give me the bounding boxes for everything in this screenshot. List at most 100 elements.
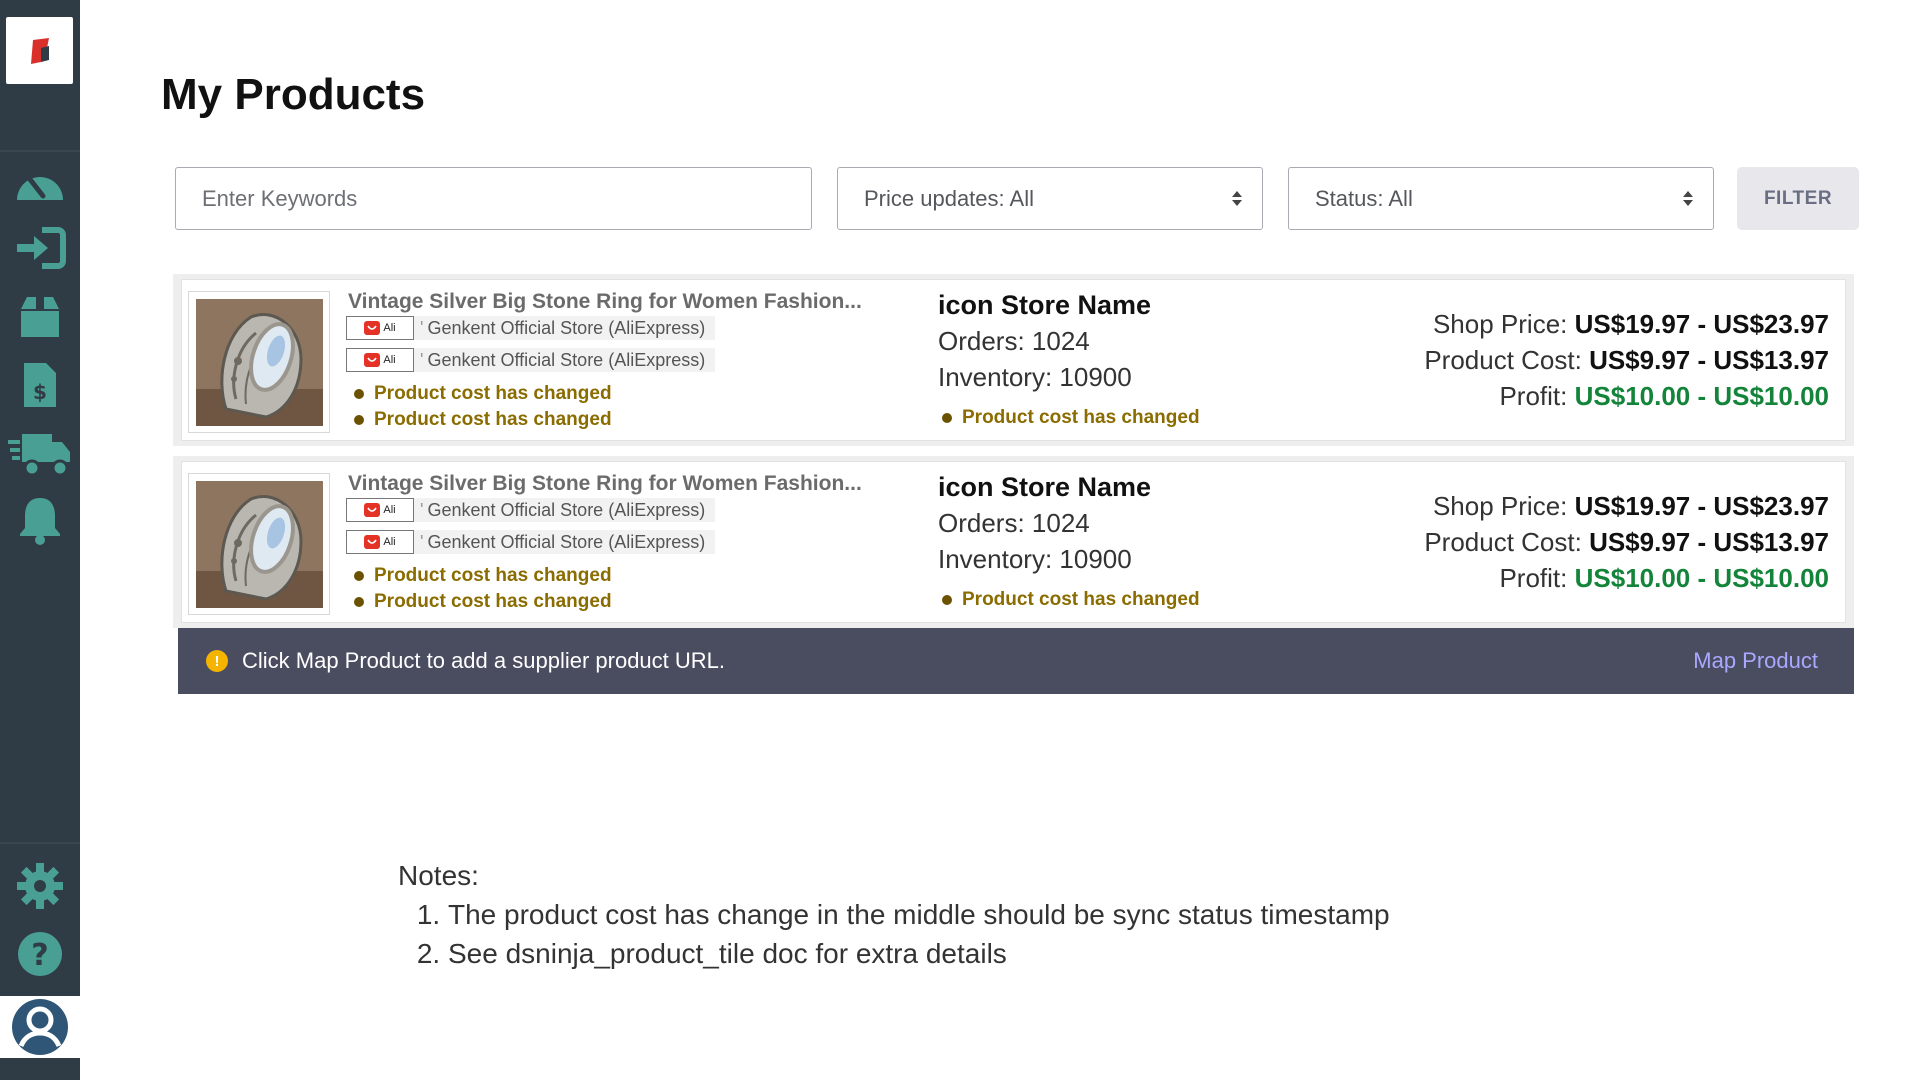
status-dot-icon bbox=[354, 415, 364, 425]
map-product-notice: ! Click Map Product to add a supplier pr… bbox=[178, 628, 1854, 694]
product-cost-value: US$9.97 - US$13.97 bbox=[1589, 345, 1829, 375]
user-avatar-icon bbox=[12, 999, 68, 1055]
product-title[interactable]: Vintage Silver Big Stone Ring for Women … bbox=[348, 472, 862, 496]
supplier-row[interactable]: Ali Genkent Official Store (AliExpress) bbox=[346, 498, 716, 522]
nav-notifications[interactable] bbox=[0, 490, 80, 550]
profit-value: US$10.00 - US$10.00 bbox=[1574, 563, 1829, 593]
supplier-status-text: Product cost has changed bbox=[374, 565, 612, 586]
status-value: Status: All bbox=[1315, 185, 1413, 211]
notes-heading: Notes: bbox=[398, 860, 479, 891]
notes-list: The product cost has change in the middl… bbox=[420, 895, 1390, 973]
notice-message: Click Map Product to add a supplier prod… bbox=[242, 648, 726, 673]
price-updates-value: Price updates: All bbox=[864, 185, 1034, 211]
profit-label: Profit: bbox=[1499, 381, 1568, 411]
shop-price-line: Shop Price: US$19.97 - US$23.97 bbox=[1424, 306, 1829, 342]
nav-import[interactable] bbox=[0, 218, 80, 278]
product-thumbnail[interactable] bbox=[188, 291, 330, 433]
shop-price-label: Shop Price: bbox=[1432, 309, 1568, 339]
nav-shipping[interactable] bbox=[0, 424, 80, 484]
aliexpress-badge-label: Ali bbox=[383, 354, 396, 366]
note-item: The product cost has change in the middl… bbox=[448, 895, 1390, 934]
sync-status-text: Product cost has changed bbox=[962, 589, 1200, 610]
aliexpress-badge: Ali bbox=[346, 498, 414, 522]
aliexpress-badge: Ali bbox=[346, 348, 414, 372]
status-select[interactable]: Status: All bbox=[1288, 167, 1714, 230]
aliexpress-badge-label: Ali bbox=[383, 322, 396, 334]
supplier-row[interactable]: Ali Genkent Official Store (AliExpress) bbox=[346, 530, 716, 554]
note-item: See dsninja_product_tile doc for extra d… bbox=[448, 934, 1390, 973]
nav-dashboard[interactable] bbox=[0, 152, 80, 212]
aliexpress-badge-label: Ali bbox=[383, 536, 396, 548]
svg-text:$: $ bbox=[33, 380, 47, 404]
sync-status-text: Product cost has changed bbox=[962, 407, 1200, 428]
product-cost-value: US$9.97 - US$13.97 bbox=[1589, 527, 1829, 557]
store-orders: Orders: 1024 bbox=[938, 508, 1090, 538]
supplier-row[interactable]: Ali Genkent Official Store (AliExpress) bbox=[346, 348, 716, 372]
profit-value: US$10.00 - US$10.00 bbox=[1574, 381, 1829, 411]
product-image bbox=[195, 480, 323, 608]
nav-products[interactable] bbox=[0, 286, 80, 346]
supplier-name: Genkent Official Store (AliExpress) bbox=[414, 318, 715, 339]
price-updates-select[interactable]: Price updates: All bbox=[837, 167, 1263, 230]
nav-invoices[interactable]: $ bbox=[0, 355, 80, 415]
status-dot-icon bbox=[354, 597, 364, 607]
store-name: icon Store Name bbox=[938, 472, 1152, 502]
user-avatar[interactable] bbox=[0, 996, 80, 1058]
shop-price-value: US$19.97 - US$23.97 bbox=[1574, 491, 1829, 521]
price-summary: Shop Price: US$19.97 - US$23.97 Product … bbox=[1424, 306, 1829, 414]
supplier-status: Product cost has changed bbox=[354, 383, 612, 405]
shop-price-value: US$19.97 - US$23.97 bbox=[1574, 309, 1829, 339]
aliexpress-badge-label: Ali bbox=[383, 504, 396, 516]
svg-text:?: ? bbox=[31, 938, 48, 973]
logo-icon bbox=[30, 37, 49, 64]
product-card-body: Vintage Silver Big Stone Ring for Women … bbox=[181, 279, 1846, 441]
sidebar: $ ? bbox=[0, 0, 80, 1080]
status-dot-icon bbox=[942, 595, 952, 605]
supplier-name: Genkent Official Store (AliExpress) bbox=[414, 500, 715, 521]
supplier-status: Product cost has changed bbox=[354, 565, 612, 587]
products-box-icon bbox=[21, 297, 59, 337]
import-icon bbox=[17, 227, 66, 269]
product-card: Vintage Silver Big Stone Ring for Women … bbox=[173, 456, 1854, 628]
product-title[interactable]: Vintage Silver Big Stone Ring for Women … bbox=[348, 290, 862, 314]
status-dot-icon bbox=[354, 389, 364, 399]
status-dot-icon bbox=[942, 413, 952, 423]
aliexpress-logo-icon bbox=[364, 321, 381, 335]
page-title: My Products bbox=[161, 70, 426, 119]
store-inventory: Inventory: 10900 bbox=[938, 544, 1132, 574]
aliexpress-logo-icon bbox=[364, 353, 381, 367]
shop-price-label: Shop Price: bbox=[1432, 491, 1568, 521]
nav-help[interactable]: ? bbox=[0, 924, 80, 984]
price-summary: Shop Price: US$19.97 - US$23.97 Product … bbox=[1424, 488, 1829, 596]
select-arrows-icon bbox=[1683, 191, 1693, 206]
settings-gear-icon bbox=[17, 863, 63, 909]
product-cost-line: Product Cost: US$9.97 - US$13.97 bbox=[1424, 342, 1829, 378]
product-thumbnail[interactable] bbox=[188, 473, 330, 615]
notes: Notes: The product cost has change in th… bbox=[398, 856, 1390, 973]
keyword-search-field[interactable] bbox=[175, 167, 812, 230]
filter-button[interactable]: FILTER bbox=[1737, 167, 1859, 230]
supplier-status: Product cost has changed bbox=[354, 591, 612, 613]
supplier-status-text: Product cost has changed bbox=[374, 409, 612, 430]
help-question-icon: ? bbox=[18, 932, 62, 976]
status-dot-icon bbox=[354, 571, 364, 581]
supplier-status-text: Product cost has changed bbox=[374, 591, 612, 612]
supplier-row[interactable]: Ali Genkent Official Store (AliExpress) bbox=[346, 316, 716, 340]
map-product-link[interactable]: Map Product bbox=[1693, 648, 1818, 674]
warning-icon: ! bbox=[206, 650, 228, 672]
keyword-search-input[interactable] bbox=[202, 185, 811, 212]
nav-settings[interactable] bbox=[0, 856, 80, 916]
store-orders: Orders: 1024 bbox=[938, 326, 1090, 356]
supplier-status: Product cost has changed bbox=[354, 409, 612, 431]
product-cost-label: Product Cost: bbox=[1424, 527, 1582, 557]
profit-line: Profit: US$10.00 - US$10.00 bbox=[1424, 378, 1829, 414]
store-name: icon Store Name bbox=[938, 290, 1152, 320]
aliexpress-badge: Ali bbox=[346, 530, 414, 554]
dashboard-gauge-icon bbox=[17, 175, 63, 200]
shop-price-line: Shop Price: US$19.97 - US$23.97 bbox=[1424, 488, 1829, 524]
app-logo[interactable] bbox=[6, 17, 73, 84]
product-card: Vintage Silver Big Stone Ring for Women … bbox=[173, 274, 1854, 446]
product-cost-line: Product Cost: US$9.97 - US$13.97 bbox=[1424, 524, 1829, 560]
profit-line: Profit: US$10.00 - US$10.00 bbox=[1424, 560, 1829, 596]
aliexpress-badge: Ali bbox=[346, 316, 414, 340]
